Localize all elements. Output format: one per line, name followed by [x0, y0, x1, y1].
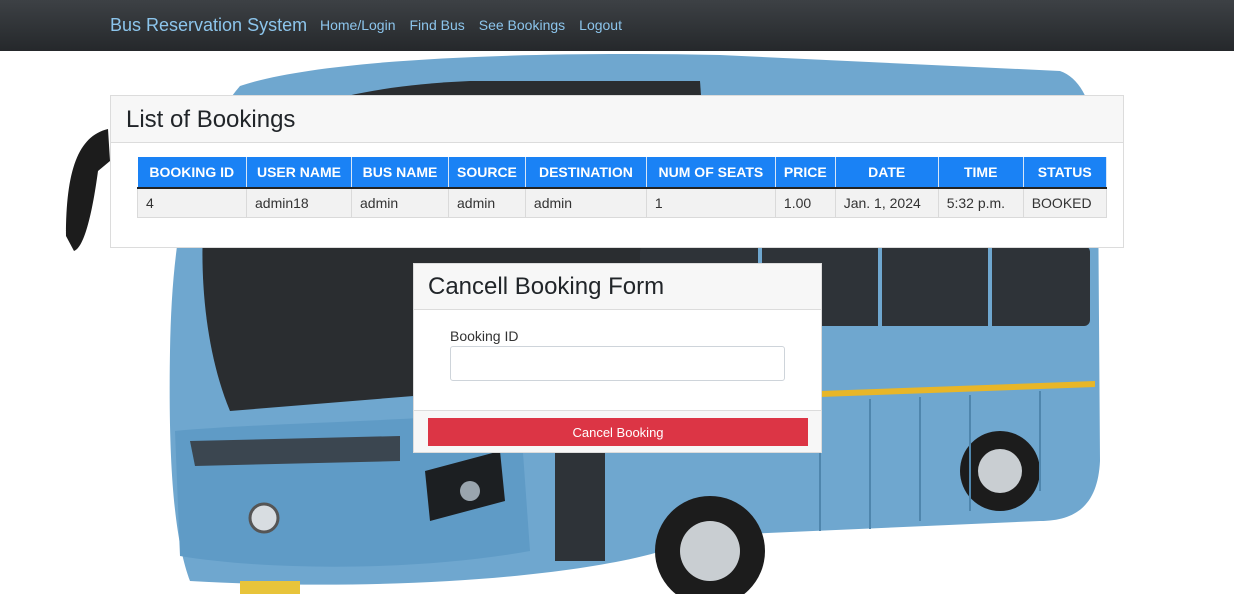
top-navbar: Bus Reservation System Home/Login Find B…: [0, 0, 1234, 51]
cell-bus-name: admin: [351, 188, 449, 218]
cell-date: Jan. 1, 2024: [835, 188, 939, 218]
column-header: DATE: [835, 157, 939, 189]
cell-booking-id: 4: [137, 188, 247, 218]
table-row: 4 admin18 admin admin admin 1 1.00 Jan. …: [137, 188, 1107, 218]
cancel-form-title: Cancell Booking Form: [414, 264, 821, 310]
column-header: BOOKING ID: [137, 157, 247, 189]
cancel-booking-button[interactable]: Cancel Booking: [428, 418, 808, 446]
booking-id-input[interactable]: [450, 346, 785, 381]
nav-link-see-bookings[interactable]: See Bookings: [479, 17, 565, 33]
column-header: TIME: [938, 157, 1024, 189]
bookings-card-title: List of Bookings: [111, 96, 1123, 143]
cell-price: 1.00: [775, 188, 836, 218]
column-header: NUM OF SEATS: [646, 157, 776, 189]
cell-num-of-seats: 1: [646, 188, 776, 218]
bookings-table: BOOKING ID USER NAME BUS NAME SOURCE DES…: [137, 157, 1107, 218]
nav-links: Home/Login Find Bus See Bookings Logout: [320, 17, 622, 33]
nav-link-logout[interactable]: Logout: [579, 17, 622, 33]
column-header: STATUS: [1023, 157, 1107, 189]
cell-destination: admin: [525, 188, 647, 218]
cancel-form-footer: Cancel Booking: [414, 410, 821, 452]
cancel-booking-card: Cancell Booking Form Booking ID Cancel B…: [413, 263, 822, 453]
nav-link-find-bus[interactable]: Find Bus: [410, 17, 465, 33]
cell-time: 5:32 p.m.: [938, 188, 1024, 218]
column-header: USER NAME: [246, 157, 352, 189]
booking-id-label: Booking ID: [450, 328, 519, 344]
nav-link-home-login[interactable]: Home/Login: [320, 17, 396, 33]
bookings-card: List of Bookings BOOKING ID USER NAME BU…: [110, 95, 1124, 248]
column-header: PRICE: [775, 157, 836, 189]
column-header: BUS NAME: [351, 157, 449, 189]
cell-status: BOOKED: [1023, 188, 1107, 218]
cell-user-name: admin18: [246, 188, 352, 218]
brand-link[interactable]: Bus Reservation System: [110, 15, 307, 36]
cell-source: admin: [448, 188, 526, 218]
column-header: SOURCE: [448, 157, 526, 189]
column-header: DESTINATION: [525, 157, 647, 189]
table-header-row: BOOKING ID USER NAME BUS NAME SOURCE DES…: [137, 157, 1107, 189]
